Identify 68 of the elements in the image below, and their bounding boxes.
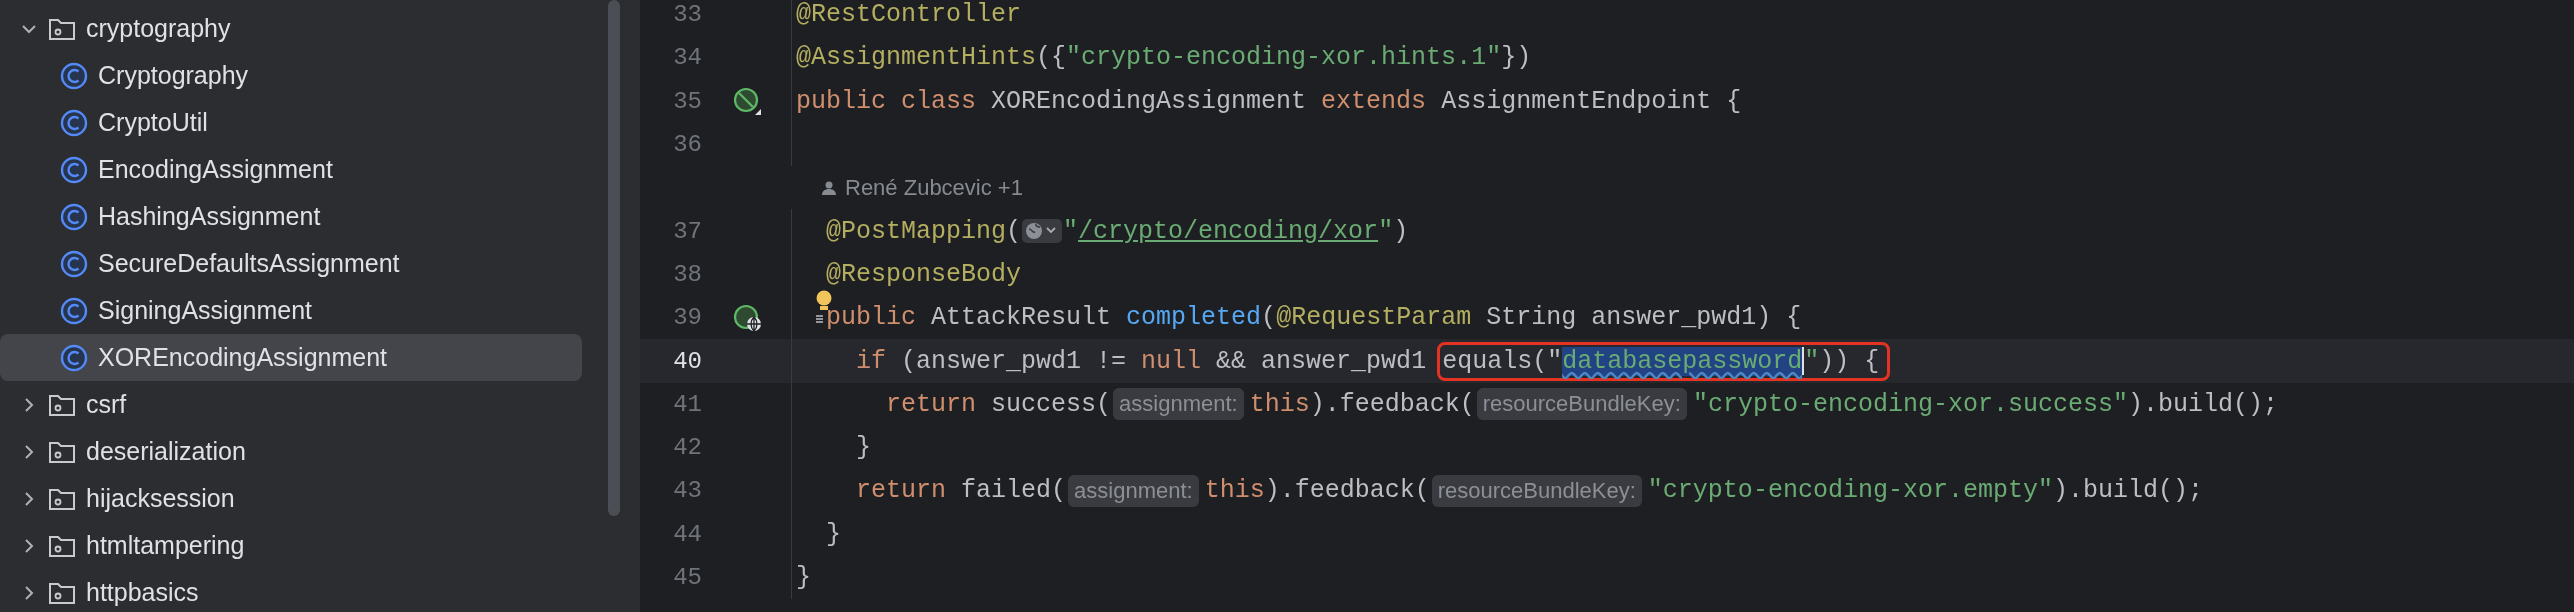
- line-number: 35: [672, 87, 702, 115]
- class-icon: [60, 296, 88, 325]
- code-text: public AttackResult completed(@RequestParam String answer_pwd1) {: [826, 303, 1802, 333]
- folder-icon: [48, 439, 76, 464]
- tree-item[interactable]: cryptography: [0, 5, 582, 52]
- code-text: @RestController: [796, 0, 1022, 30]
- tree-item[interactable]: httpbasics: [0, 569, 582, 612]
- folder-icon: [48, 486, 76, 511]
- line-number: 37: [672, 217, 702, 245]
- folder-icon: [48, 392, 76, 417]
- code-text: @AssignmentHints({"crypto-encoding-xor.hints.1"}): [796, 43, 1532, 73]
- code-text: }: [825, 519, 841, 549]
- tree-item[interactable]: htmltampering: [0, 522, 582, 569]
- globe-dropdown-icon[interactable]: [1022, 218, 1063, 245]
- tree-item[interactable]: Cryptography: [0, 52, 582, 99]
- code-text: this).feedback(: [1249, 389, 1475, 419]
- folder-icon: [48, 16, 76, 41]
- line-number: 42: [672, 434, 702, 462]
- code-text: return success(: [885, 389, 1112, 419]
- code-text: }: [796, 563, 811, 592]
- parameter-hint: resourceBundleKey:: [1476, 388, 1687, 421]
- class-icon: [60, 249, 88, 278]
- line-number: 34: [672, 44, 702, 72]
- parameter-hint: assignment:: [1113, 388, 1244, 421]
- tree-item[interactable]: SigningAssignment: [0, 287, 582, 334]
- blocked-run-icon[interactable]: [732, 86, 762, 117]
- tree-item[interactable]: csrf: [0, 381, 582, 428]
- tree-item[interactable]: EncodingAssignment: [0, 146, 582, 193]
- line-number: 39: [672, 304, 702, 332]
- tree-item[interactable]: SecureDefaultsAssignment: [0, 240, 582, 287]
- code-text: "crypto-encoding-xor.success").build();: [1692, 389, 2278, 419]
- parameter-hint: assignment:: [1068, 474, 1199, 507]
- code-text: if (answer_pwd1 != null && answer_pwd1: [855, 346, 1428, 376]
- globe-endpoint-icon[interactable]: [732, 302, 764, 333]
- class-icon: [60, 202, 88, 231]
- code-text: @PostMapping(: [825, 216, 1022, 246]
- parameter-hint: resourceBundleKey:: [1431, 474, 1642, 507]
- author-hint[interactable]: René Zubcevic +1: [845, 174, 1023, 201]
- folder-icon: [48, 533, 76, 558]
- class-icon: [60, 61, 88, 90]
- class-icon: [60, 108, 88, 137]
- highlight-frame: equals("databasepassword")) {: [1437, 341, 1891, 381]
- code-text: "/crypto/encoding/xor"): [1063, 216, 1409, 246]
- line-number: 41: [672, 390, 702, 418]
- code-text: @ResponseBody: [825, 259, 1022, 289]
- line-number: 40: [672, 347, 702, 375]
- line-number: 38: [672, 260, 702, 288]
- code-text: "crypto-encoding-xor.empty").build();: [1647, 476, 2203, 506]
- folder-icon: [48, 580, 76, 605]
- tree-item[interactable]: deserialization: [0, 428, 582, 475]
- class-icon: [60, 343, 88, 372]
- line-number: 43: [672, 477, 702, 505]
- code-text: }: [855, 433, 871, 463]
- tree-item[interactable]: HashingAssignment: [0, 193, 582, 240]
- tree-item[interactable]: CryptoUtil: [0, 99, 582, 146]
- line-number: 36: [672, 131, 702, 159]
- tree-item[interactable]: XOREncodingAssignment: [0, 334, 582, 381]
- line-number: 45: [672, 564, 702, 591]
- code-text: this).feedback(: [1204, 476, 1430, 506]
- text-cursor: [1802, 346, 1805, 375]
- line-number: 33: [672, 1, 702, 29]
- tree-item[interactable]: hijacksession: [0, 475, 582, 522]
- scrollbar[interactable]: [608, 0, 620, 516]
- code-text: public class XOREncodingAssignment extends AssignmentEndpoint {: [796, 86, 1742, 116]
- line-number: 44: [672, 520, 702, 548]
- person-icon: [821, 179, 837, 196]
- class-icon: [60, 155, 88, 184]
- code-text: return failed(: [855, 476, 1067, 506]
